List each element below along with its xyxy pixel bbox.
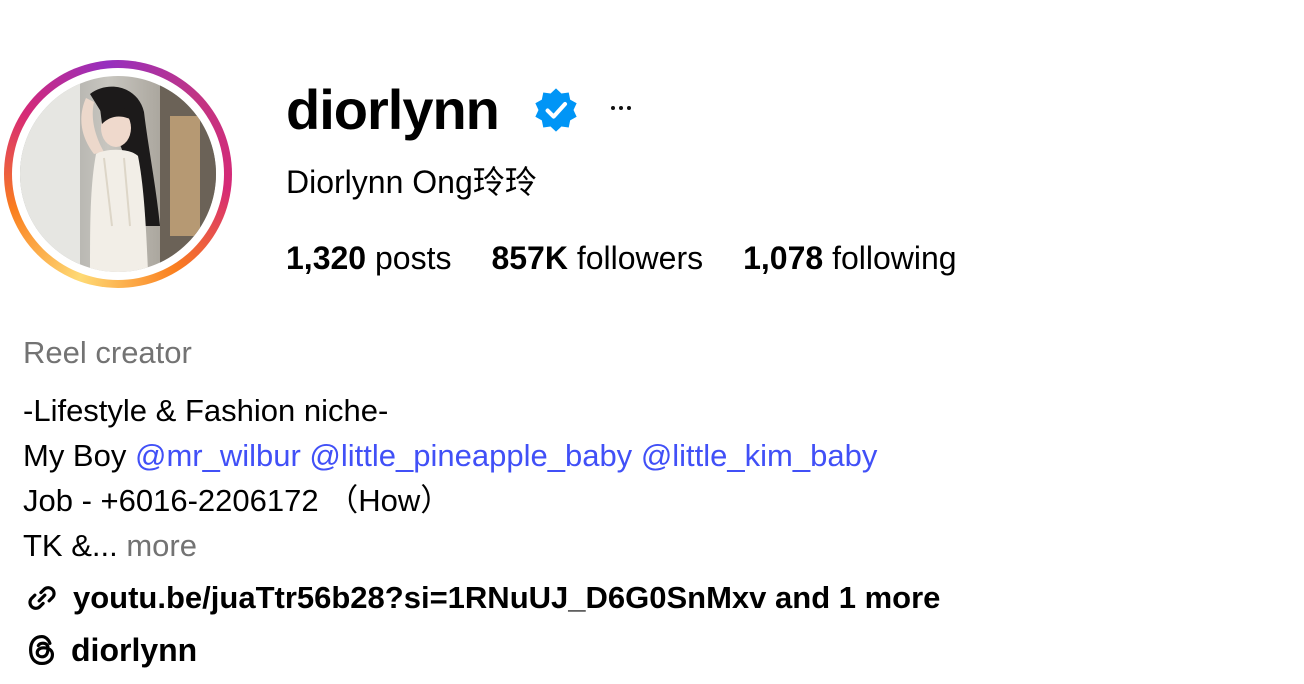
link-icon	[28, 586, 56, 610]
external-link-text[interactable]: youtu.be/juaTtr56b28?si=1RNuUJ_D6G0SnMxv…	[73, 580, 940, 616]
bio-line-4: TK &... more	[23, 523, 877, 568]
bio-line-2: My Boy @mr_wilbur @little_pineapple_baby…	[23, 433, 877, 478]
bio-line-1: -Lifestyle & Fashion niche-	[23, 393, 389, 428]
posts-stat[interactable]: 1,320 posts	[286, 238, 451, 278]
external-link-row[interactable]: youtu.be/juaTtr56b28?si=1RNuUJ_D6G0SnMxv…	[23, 576, 940, 620]
avatar[interactable]	[20, 76, 216, 272]
profile-stats: 1,320 posts 857K followers 1,078 followi…	[286, 238, 957, 278]
more-options-icon[interactable]	[604, 93, 638, 123]
bio-line-2-prefix: My Boy	[23, 438, 135, 473]
avatar-image	[20, 76, 216, 272]
verified-badge-icon	[535, 88, 577, 132]
threads-icon	[29, 634, 55, 666]
profile-category: Reel creator	[23, 335, 192, 370]
profile-username: diorlynn	[286, 78, 500, 141]
mention-link[interactable]: @mr_wilbur	[135, 438, 301, 473]
story-ring[interactable]	[4, 60, 232, 288]
following-label: following	[832, 240, 957, 276]
bio-more-link[interactable]: more	[126, 528, 197, 563]
bio-line-4-prefix: TK &...	[23, 528, 127, 563]
followers-label: followers	[576, 240, 704, 276]
dot	[627, 106, 631, 110]
followers-stat[interactable]: 857K followers	[491, 238, 703, 278]
profile-full-name: Diorlynn Ong玲玲	[286, 164, 537, 200]
following-stat[interactable]: 1,078 following	[743, 238, 956, 278]
mention-link[interactable]: @little_kim_baby	[641, 438, 878, 473]
mention-link[interactable]: @little_pineapple_baby	[309, 438, 632, 473]
posts-count: 1,320	[286, 240, 367, 276]
following-count: 1,078	[743, 240, 824, 276]
threads-handle[interactable]: diorlynn	[71, 632, 197, 669]
followers-count: 857K	[491, 240, 568, 276]
threads-profile-row[interactable]: diorlynn	[23, 628, 197, 672]
profile-bio: -Lifestyle & Fashion niche- My Boy @mr_w…	[23, 388, 877, 568]
posts-label: posts	[374, 240, 452, 276]
dot	[619, 106, 623, 110]
bio-line-3: Job - +6016-2206172 （How）	[23, 483, 452, 518]
dot	[611, 106, 615, 110]
